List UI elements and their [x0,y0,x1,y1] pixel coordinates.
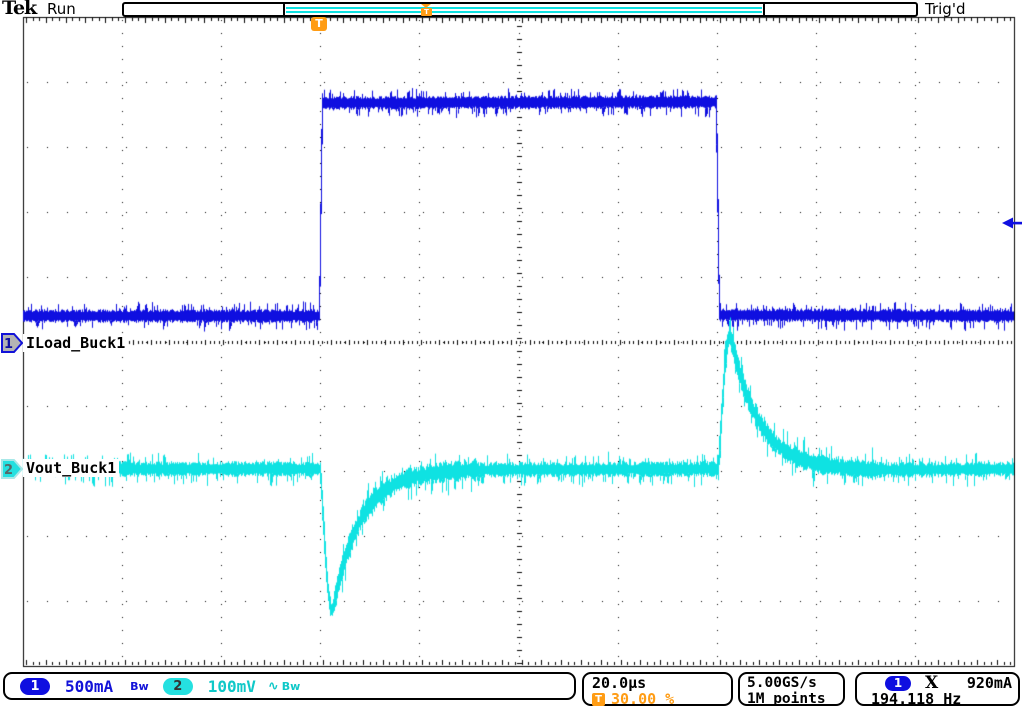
trigger-position-marker-icon[interactable]: T [311,17,329,31]
record-view-bar[interactable]: T [122,2,918,17]
channel-2-label: Vout_Buck1 [23,459,119,477]
record-preview-trace [286,11,762,13]
acquisition-readout-box[interactable]: 5.00GS/s 1M points [738,672,845,706]
trigger-level: 920mA [967,675,1012,691]
channel-1-reference-marker[interactable]: 1 [1,333,24,353]
channel-2-scale: 100mV [208,677,256,696]
channel-2-ac-coupling-icon: ∿ [268,679,279,694]
channel-2-badge[interactable]: 2 [163,678,193,695]
record-length: 1M points [747,691,843,707]
channel-1-label: ILoad_Buck1 [23,334,128,352]
trigger-source-badge[interactable]: 1 [885,676,911,691]
tek-logo: Tek [2,0,36,19]
horizontal-readout-box[interactable]: 20.0µs T 30.00 % [582,672,733,706]
record-preview-trace [286,7,762,9]
waveform-display [0,0,1024,713]
trigger-slope-icon: X [925,675,938,691]
channel-1-badge[interactable]: 1 [20,678,50,695]
channel-1-number: 1 [4,337,13,352]
channel-2-bandwidth-icon: Bw [282,680,301,693]
trigger-position-percent: 30.00 % [611,691,674,707]
oscilloscope-screen: Tek Run T Trig'd T 1 ILoad_Buck1 2 Vout_… [0,0,1024,713]
trigger-t-icon: T [592,693,605,706]
record-trigger-marker-icon[interactable]: T [421,4,432,16]
sample-rate: 5.00GS/s [747,675,843,691]
trigger-readout-box[interactable]: 1 X 920mA 194.118 Hz [855,672,1020,706]
trigger-frequency: 194.118 Hz [863,691,1012,707]
channel-readout-box[interactable]: 1 500mA Bw 2 100mV ∿ Bw [3,672,576,700]
channel-1-scale: 500mA [65,677,113,696]
channel-2-reference-marker[interactable]: 2 [1,459,24,479]
trigger-level-arrow-icon[interactable] [1000,216,1024,230]
trigger-status: Trig'd [925,0,965,18]
timebase-scale: 20.0µs [592,675,731,691]
record-view-window[interactable]: T [283,2,765,17]
channel-2-number: 2 [4,463,13,478]
acquisition-state: Run [47,0,76,18]
channel-1-bandwidth-icon: Bw [130,680,149,693]
